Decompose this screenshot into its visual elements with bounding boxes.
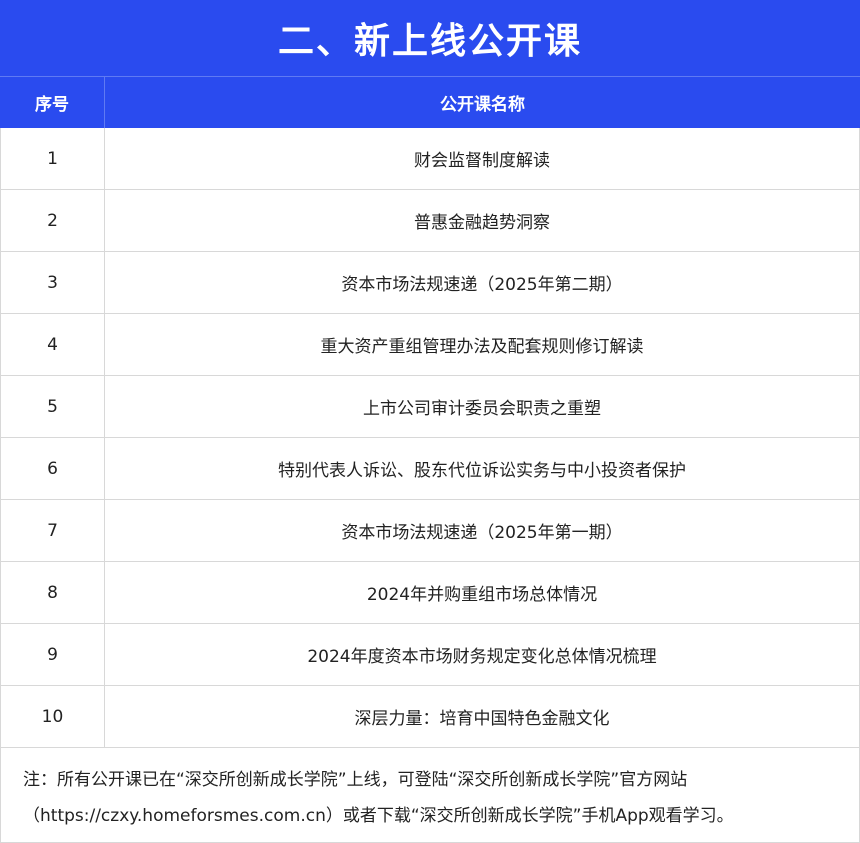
table-row: 1 财会监督制度解读 [0,128,860,190]
table-row: 4 重大资产重组管理办法及配套规则修订解读 [0,314,860,376]
table-row: 3 资本市场法规速递（2025年第二期） [0,252,860,314]
row-number: 6 [1,438,105,499]
course-name: 财会监督制度解读 [414,151,550,171]
course-name: 深层力量：培育中国特色金融文化 [354,709,610,729]
row-number: 3 [1,252,105,313]
column-header-no: 序号 [0,77,105,128]
row-number: 10 [1,686,105,747]
page-title-bar: 二、新上线公开课 [0,0,860,76]
row-number: 8 [1,562,105,623]
table-row: 5 上市公司审计委员会职责之重塑 [0,376,860,438]
table-row: 6 特别代表人诉讼、股东代位诉讼实务与中小投资者保护 [0,438,860,500]
course-name: 资本市场法规速递（2025年第一期） [341,523,623,543]
table-row: 9 2024年度资本市场财务规定变化总体情况梳理 [0,624,860,686]
row-number: 1 [1,128,105,189]
course-name: 特别代表人诉讼、股东代位诉讼实务与中小投资者保护 [278,461,686,481]
table-header-row: 序号 公开课名称 [0,76,860,128]
course-name: 普惠金融趋势洞察 [414,213,550,233]
course-name: 资本市场法规速递（2025年第二期） [341,275,623,295]
table-row: 2 普惠金融趋势洞察 [0,190,860,252]
course-name: 2024年度资本市场财务规定变化总体情况梳理 [307,647,657,667]
table-row: 7 资本市场法规速递（2025年第一期） [0,500,860,562]
page: 二、新上线公开课 序号 公开课名称 1 财会监督制度解读 2 普惠金融趋势洞察 3 资本市… [0,0,860,843]
row-number: 5 [1,376,105,437]
course-name: 重大资产重组管理办法及配套规则修订解读 [320,337,644,357]
course-name: 2024年并购重组市场总体情况 [366,585,598,605]
footnote-line-2: （https://czxy.homeforsmes.com.cn）或者下载“深交… [23,806,734,826]
row-number: 2 [1,190,105,251]
table-row: 8 2024年并购重组市场总体情况 [0,562,860,624]
course-name: 上市公司审计委员会职责之重塑 [363,399,601,419]
table-body: 1 财会监督制度解读 2 普惠金融趋势洞察 3 资本市场法规速递（2025年第二期） 4 重大… [0,128,860,748]
footnote-line-1: 注：所有公开课已在“深交所创新成长学院”上线，可登陆“深交所创新成长学院”官方网… [23,770,688,790]
page-title: 二、新上线公开课 [277,21,582,62]
row-number: 7 [1,500,105,561]
footnote: 注：所有公开课已在“深交所创新成长学院”上线，可登陆“深交所创新成长学院”官方网… [0,748,860,843]
column-header-name: 公开课名称 [440,95,525,115]
row-number: 9 [1,624,105,685]
table-row: 10 深层力量：培育中国特色金融文化 [0,686,860,748]
row-number: 4 [1,314,105,375]
